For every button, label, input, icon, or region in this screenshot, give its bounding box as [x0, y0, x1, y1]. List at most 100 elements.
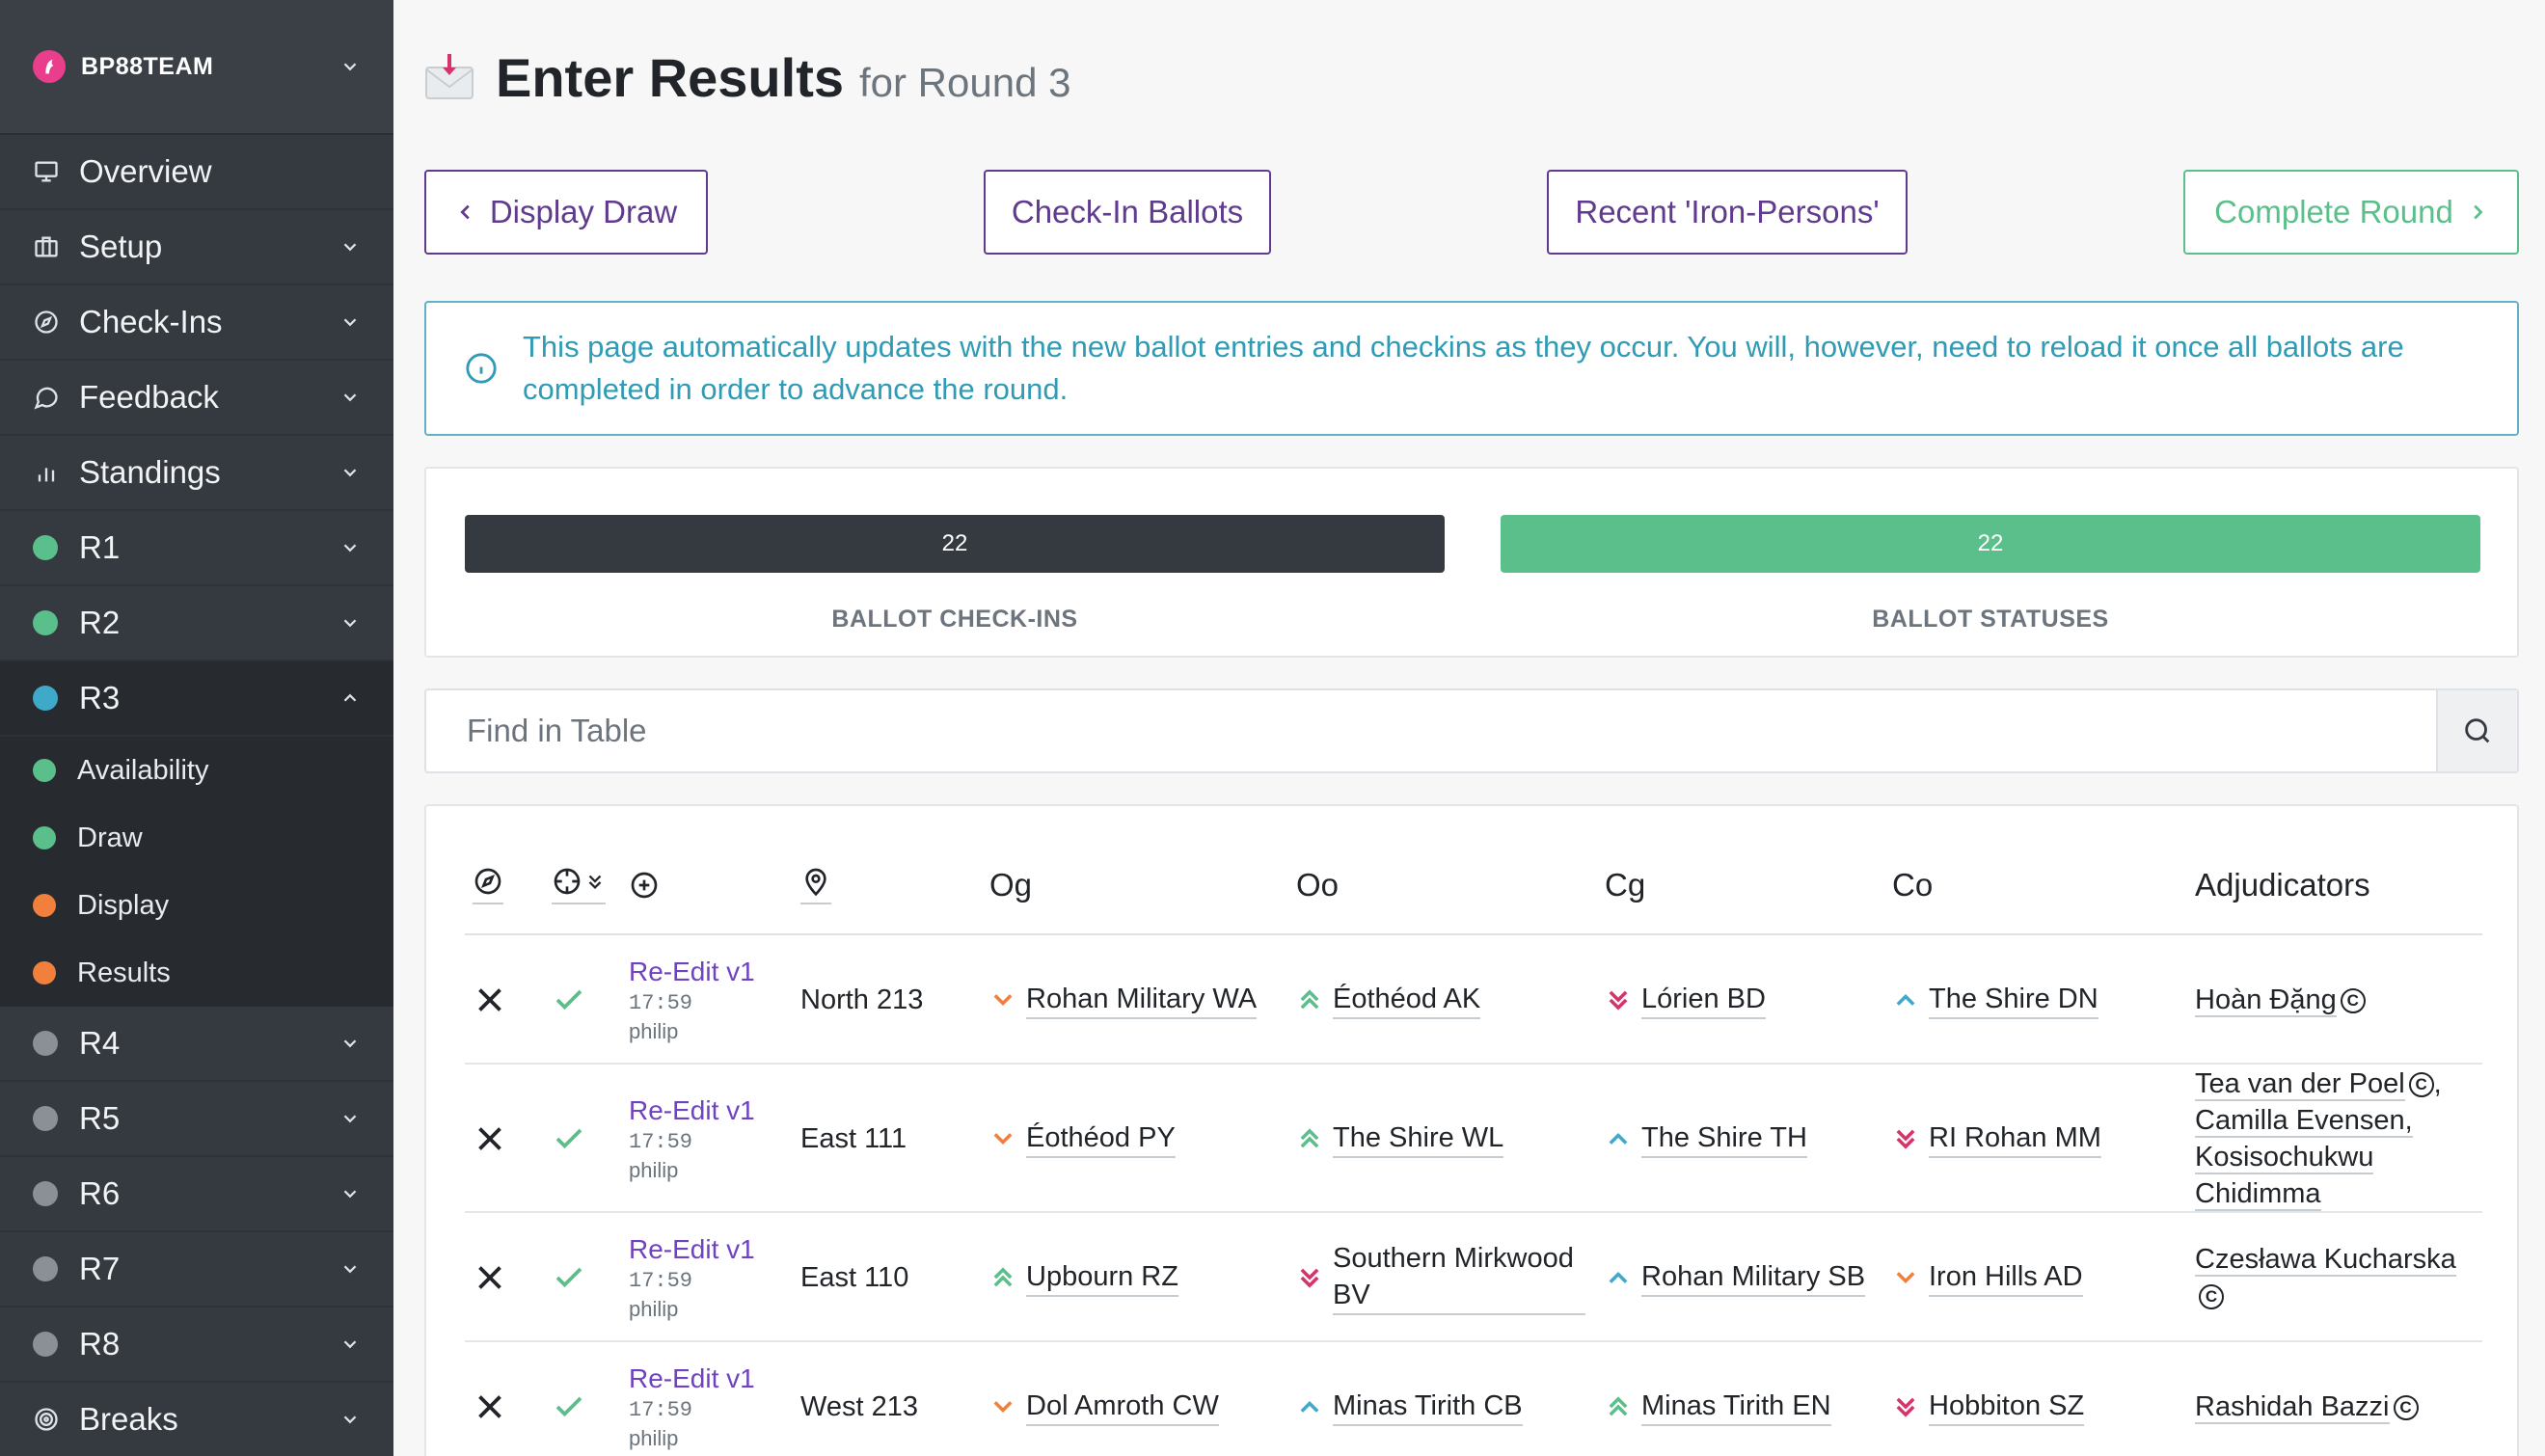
- team-name: Southern Mirkwood BV: [1333, 1240, 1585, 1315]
- column-adjudicators[interactable]: Adjudicators: [2195, 835, 2370, 935]
- chevron-down-icon: [339, 56, 361, 77]
- adjudicator[interactable]: Tea van der Poel C,: [2195, 1065, 2482, 1102]
- sidebar-subitem-draw[interactable]: Draw: [0, 804, 393, 872]
- ballot-time: 17:59: [629, 1397, 693, 1422]
- team-link[interactable]: Dol Amroth CW: [989, 1388, 1219, 1426]
- sidebar-item-r4[interactable]: R4: [0, 1007, 393, 1082]
- adjudicator[interactable]: Czesława Kucharska C: [2195, 1241, 2482, 1314]
- sidebar-item-label: R5: [79, 1100, 121, 1136]
- adjudicators-cell: Tea van der Poel C, Camilla Evensen, Kosiso…: [2195, 1065, 2482, 1213]
- team-link[interactable]: Rohan Military SB: [1605, 1258, 1866, 1297]
- column-og[interactable]: Og: [989, 835, 1032, 935]
- re-edit-link[interactable]: Re-Edit v1: [629, 957, 755, 987]
- team-link[interactable]: The Shire WL: [1296, 1119, 1504, 1158]
- column-venue[interactable]: [800, 835, 831, 935]
- chevron-down-icon: [989, 1393, 1016, 1420]
- status-dot: [33, 1256, 58, 1281]
- team-link[interactable]: RI Rohan MM: [1892, 1119, 2101, 1158]
- check-icon: [552, 1213, 586, 1342]
- display-draw-label: Display Draw: [489, 194, 678, 229]
- chevron-down-icon: [339, 1183, 361, 1204]
- re-edit-link[interactable]: Re-Edit v1: [629, 1095, 755, 1126]
- column-cg[interactable]: Cg: [1605, 835, 1645, 935]
- team-link[interactable]: Minas Tirith EN: [1605, 1388, 1831, 1426]
- adjudicator[interactable]: Kosisochukwu Chidimma: [2195, 1139, 2482, 1212]
- team-link[interactable]: Upbourn RZ: [989, 1258, 1178, 1297]
- re-edit-link[interactable]: Re-Edit v1: [629, 1363, 755, 1394]
- briefcase-icon: [33, 233, 60, 260]
- team-link[interactable]: Éothéod PY: [989, 1119, 1176, 1158]
- adjudicator[interactable]: Rashidah Bazzi C: [2195, 1389, 2419, 1425]
- team-link[interactable]: Éothéod AK: [1296, 981, 1481, 1019]
- column-co[interactable]: Co: [1892, 835, 1933, 935]
- sidebar-item-r7[interactable]: R7: [0, 1232, 393, 1308]
- team-link[interactable]: Rohan Military WA: [989, 981, 1258, 1019]
- sidebar-item-r8[interactable]: R8: [0, 1308, 393, 1383]
- column-checkin[interactable]: [552, 835, 606, 935]
- team-link[interactable]: The Shire DN: [1892, 981, 2098, 1019]
- recent-iron-persons-button[interactable]: Recent 'Iron-Persons': [1547, 170, 1908, 255]
- complete-round-button[interactable]: Complete Round: [2183, 170, 2519, 255]
- sidebar-item-r5[interactable]: R5: [0, 1082, 393, 1157]
- team-cell-og: Upbourn RZ: [989, 1213, 1279, 1342]
- sidebar-item-overview[interactable]: Overview: [0, 135, 393, 210]
- team-link[interactable]: Hobbiton SZ: [1892, 1388, 2085, 1426]
- chevrons-down-icon: [1892, 1125, 1919, 1152]
- sidebar-item-r3[interactable]: R3: [0, 661, 393, 737]
- sidebar-subitem-results[interactable]: Results: [0, 939, 393, 1007]
- team-switcher[interactable]: BP88TEAM: [0, 0, 393, 135]
- sidebar-item-feedback[interactable]: Feedback: [0, 361, 393, 436]
- sidebar-item-r1[interactable]: R1: [0, 511, 393, 586]
- column-oo[interactable]: Oo: [1296, 835, 1339, 935]
- team-link[interactable]: The Shire TH: [1605, 1119, 1807, 1158]
- sidebar-item-setup[interactable]: Setup: [0, 210, 393, 285]
- team-link[interactable]: Lórien BD: [1605, 981, 1766, 1019]
- chevron-down-icon: [339, 537, 361, 558]
- sidebar-item-r6[interactable]: R6: [0, 1157, 393, 1232]
- chevron-left-icon: [460, 204, 470, 220]
- sidebar-subitem-display[interactable]: Display: [0, 872, 393, 939]
- close-icon[interactable]: [473, 1213, 507, 1342]
- close-icon[interactable]: [473, 1065, 507, 1213]
- chevron-up-icon: [1892, 986, 1919, 1013]
- search-input[interactable]: [426, 690, 2436, 771]
- close-icon[interactable]: [473, 935, 507, 1065]
- venue-cell: West 213: [800, 1342, 945, 1456]
- check-in-ballots-button[interactable]: Check-In Ballots: [984, 170, 1271, 255]
- team-name: RI Rohan MM: [1929, 1119, 2101, 1158]
- column-entry[interactable]: [629, 835, 660, 935]
- display-draw-button[interactable]: Display Draw: [424, 170, 708, 255]
- column-status[interactable]: [473, 835, 503, 935]
- status-dot: [33, 1181, 58, 1206]
- sidebar-item-check-ins[interactable]: Check-Ins: [0, 285, 393, 361]
- complete-round-label: Complete Round: [2214, 194, 2453, 229]
- adjudicators-cell: Rashidah Bazzi C: [2195, 1342, 2482, 1456]
- search-button[interactable]: [2436, 690, 2517, 771]
- chevron-down-icon: [989, 986, 1016, 1013]
- sidebar-item-breaks[interactable]: Breaks: [0, 1383, 393, 1456]
- team-name: Lórien BD: [1641, 981, 1766, 1019]
- adjudicator[interactable]: Hoàn Đặng C: [2195, 982, 2366, 1018]
- chevron-down-icon: [1892, 1264, 1919, 1291]
- re-edit-link[interactable]: Re-Edit v1: [629, 1234, 755, 1265]
- adjudicator-name: Hoàn Đặng: [2195, 984, 2337, 1017]
- r3-submenu: Availability Draw Display Results: [0, 737, 393, 1007]
- team-link[interactable]: Southern Mirkwood BV: [1296, 1240, 1585, 1315]
- chevrons-up-icon: [989, 1264, 1016, 1291]
- chair-icon: C: [2408, 1072, 2434, 1098]
- sidebar-subitem-label: Results: [77, 957, 171, 988]
- sidebar-subitem-availability[interactable]: Availability: [0, 737, 393, 804]
- ballot-time: 17:59: [629, 990, 693, 1015]
- sidebar-item-r2[interactable]: R2: [0, 586, 393, 661]
- adjudicator-name: Camilla Evensen,: [2195, 1105, 2413, 1138]
- table-search: [424, 688, 2519, 773]
- adjudicator[interactable]: Camilla Evensen,: [2195, 1102, 2482, 1139]
- ballot-version: Re-Edit v1 17:59 philip: [629, 935, 755, 1065]
- close-icon[interactable]: [473, 1342, 507, 1456]
- venue-name: East 111: [800, 1123, 907, 1154]
- team-link[interactable]: Minas Tirith CB: [1296, 1388, 1523, 1426]
- sidebar-item-standings[interactable]: Standings: [0, 436, 393, 511]
- team-link[interactable]: Iron Hills AD: [1892, 1258, 2083, 1297]
- team-name: The Shire TH: [1641, 1119, 1807, 1158]
- sidebar-item-label: R1: [79, 529, 121, 565]
